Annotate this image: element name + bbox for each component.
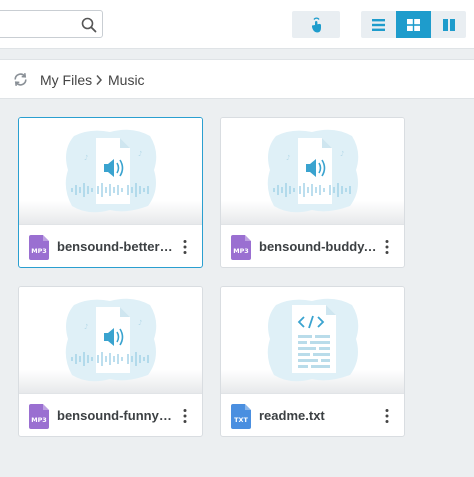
search-box[interactable]	[0, 10, 103, 38]
grid-view-icon	[407, 18, 420, 31]
file-name[interactable]: bensound-funnys...	[57, 408, 175, 424]
svg-text:♪: ♪	[138, 319, 142, 327]
svg-text:♪: ♪	[84, 323, 88, 331]
mp3-file-icon: MP3	[29, 235, 49, 260]
file-type-label: MP3	[31, 416, 47, 424]
file-card[interactable]: TXT readme.txt	[220, 286, 405, 437]
file-thumbnail	[221, 287, 404, 394]
file-name[interactable]: readme.txt	[259, 408, 377, 424]
file-card-footer: TXT readme.txt	[221, 394, 404, 436]
file-card[interactable]: ♪ ♪ MP3 bensound-betterd...	[18, 117, 203, 268]
code-file-icon	[267, 298, 358, 382]
file-card-footer: MP3 bensound-betterd...	[19, 225, 202, 267]
mp3-file-icon: MP3	[231, 235, 251, 260]
list-view-icon	[372, 18, 385, 31]
breadcrumb-current: Music	[108, 72, 145, 88]
file-thumbnail: ♪ ♪	[221, 118, 404, 225]
mp3-file-icon: MP3	[29, 404, 49, 429]
file-thumbnail: ♪ ♪	[19, 287, 202, 394]
touch-mode-button[interactable]	[292, 11, 340, 38]
file-type-label: TXT	[234, 416, 248, 424]
file-type-label: MP3	[233, 247, 249, 255]
audio-file-icon: ♪ ♪	[65, 129, 156, 213]
touch-gesture-icon	[312, 17, 321, 32]
more-options-icon[interactable]	[384, 408, 390, 424]
refresh-icon[interactable]	[12, 71, 29, 88]
list-view-button[interactable]	[361, 11, 396, 38]
svg-text:♪: ♪	[340, 150, 344, 158]
file-card-footer: MP3 bensound-buddy....	[221, 225, 404, 267]
svg-text:♪: ♪	[84, 154, 88, 162]
file-type-label: MP3	[31, 247, 47, 255]
file-name[interactable]: bensound-betterd...	[57, 239, 175, 255]
file-card[interactable]: ♪ ♪ MP3 bensound-buddy....	[220, 117, 405, 268]
txt-file-icon: TXT	[231, 404, 251, 429]
file-thumbnail: ♪ ♪	[19, 118, 202, 225]
file-grid: ♪ ♪ MP3 bensound-betterd... ♪ ♪ MP3 bens…	[0, 100, 474, 477]
view-mode-switcher	[361, 11, 466, 38]
file-card[interactable]: ♪ ♪ MP3 bensound-funnys...	[18, 286, 203, 437]
search-icon[interactable]	[81, 17, 97, 33]
grid-view-button[interactable]	[396, 11, 431, 38]
file-card-footer: MP3 bensound-funnys...	[19, 394, 202, 436]
audio-file-icon: ♪ ♪	[65, 298, 156, 382]
top-toolbar	[0, 0, 474, 49]
svg-text:♪: ♪	[138, 150, 142, 158]
more-options-icon[interactable]	[182, 408, 188, 424]
chevron-right-icon	[96, 75, 103, 85]
more-options-icon[interactable]	[384, 239, 390, 255]
columns-view-button[interactable]	[431, 11, 466, 38]
breadcrumb-root-link[interactable]: My Files	[40, 71, 92, 89]
file-name[interactable]: bensound-buddy....	[259, 239, 377, 255]
svg-text:♪: ♪	[286, 154, 290, 162]
audio-file-icon: ♪ ♪	[267, 129, 358, 213]
more-options-icon[interactable]	[182, 239, 188, 255]
columns-view-icon	[442, 18, 455, 31]
breadcrumb: My Files Music	[0, 59, 474, 99]
search-input[interactable]	[3, 15, 73, 33]
